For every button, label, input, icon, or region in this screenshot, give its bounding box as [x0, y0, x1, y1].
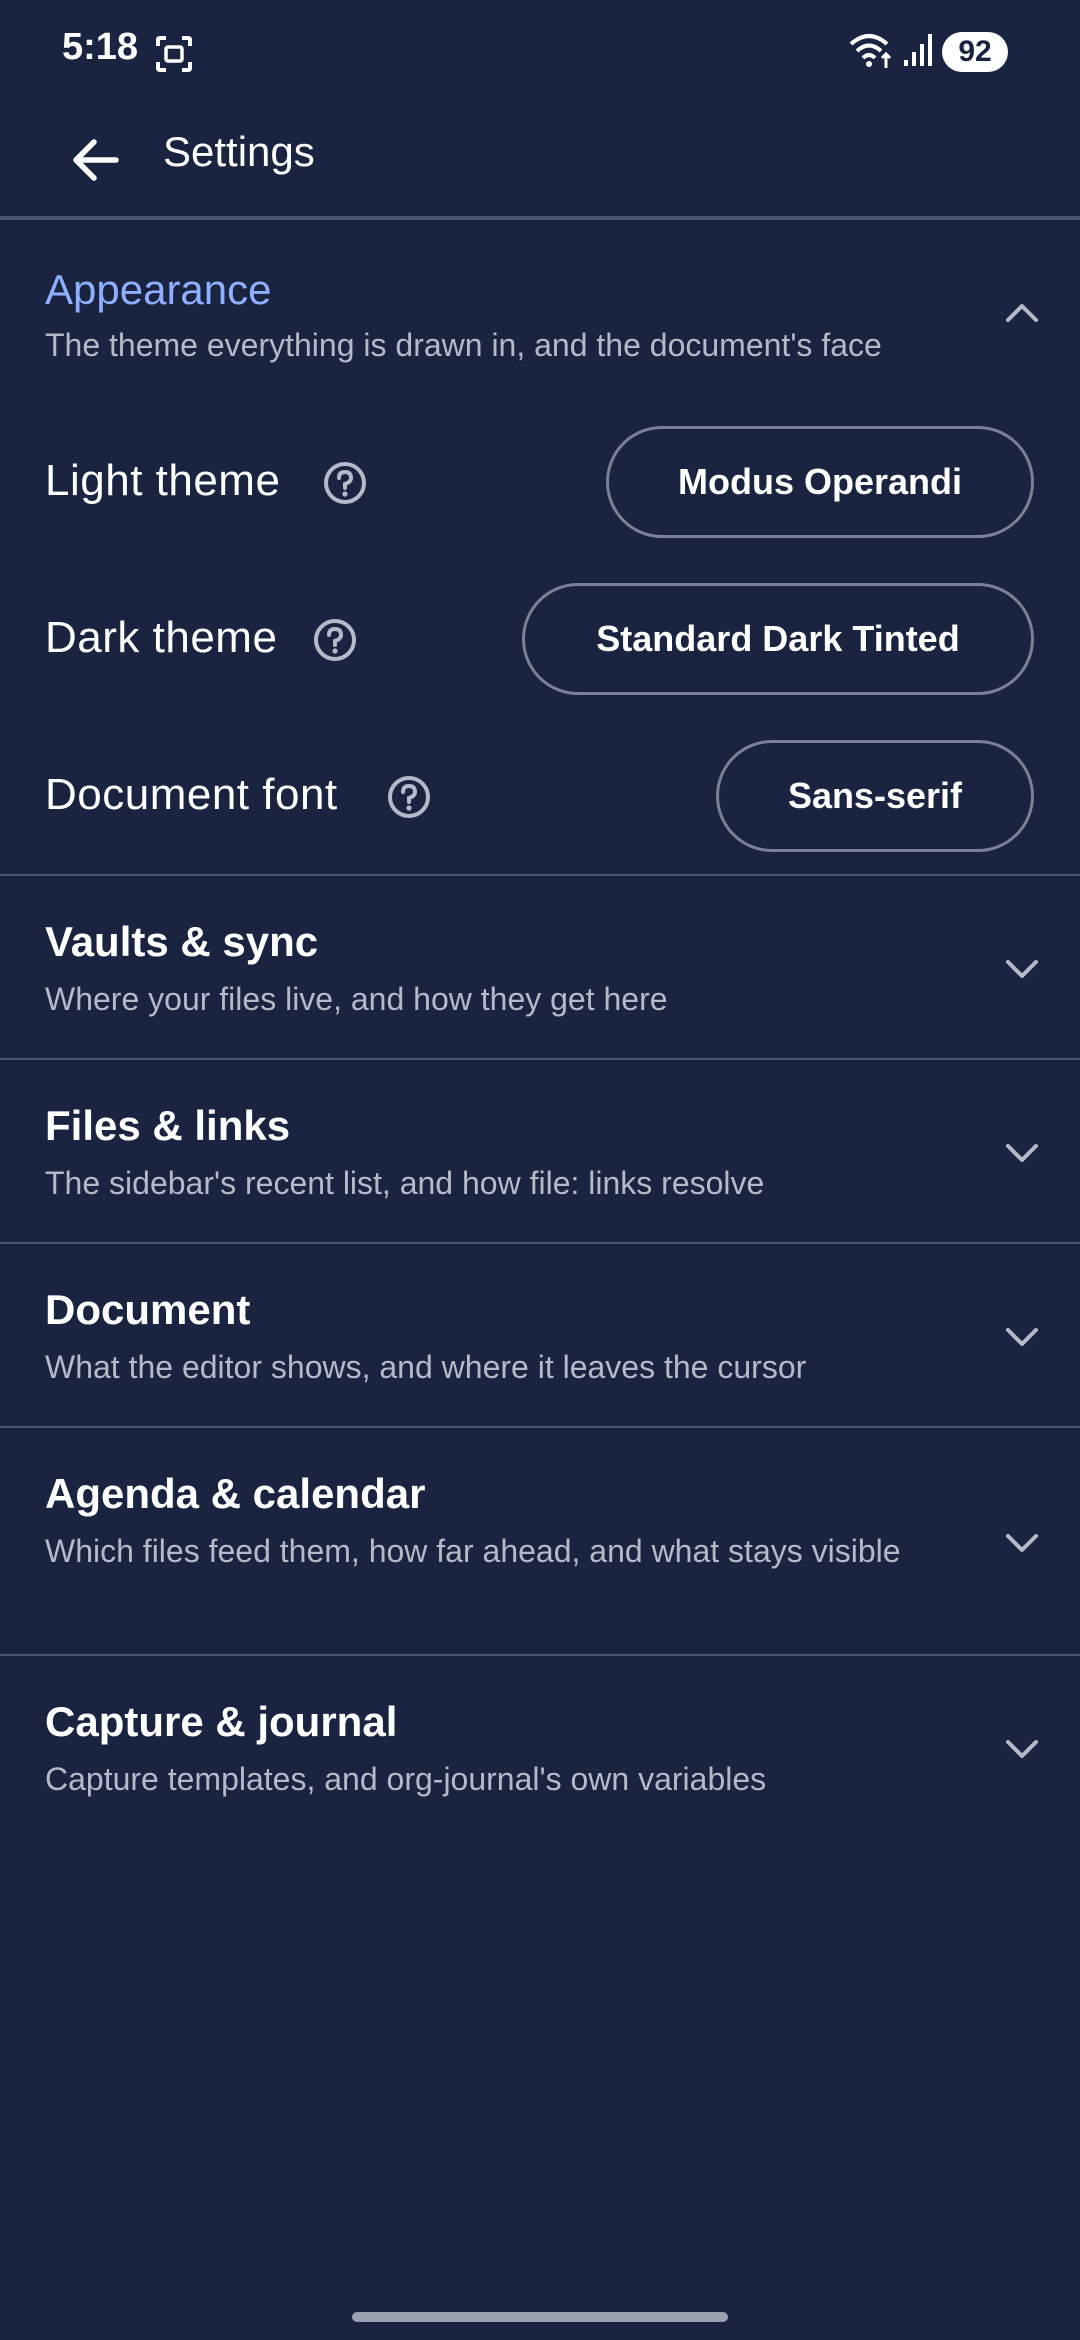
document-font-button[interactable]: Sans-serif [716, 740, 1034, 852]
section-capture-journal[interactable]: Capture & journal Capture templates, and… [0, 1656, 1080, 1840]
screenshot-icon [156, 36, 192, 72]
section-title: Files & links [45, 1102, 291, 1149]
section-subtitle: Which files feed them, how far ahead, an… [45, 1533, 901, 1569]
arrow-left-icon [73, 139, 119, 181]
section-subtitle: The theme everything is drawn in, and th… [45, 327, 882, 363]
setting-row-document-font: Document font Sans-serif [0, 740, 1080, 852]
signal-icon [904, 34, 932, 66]
light-theme-button[interactable]: Modus Operandi [606, 426, 1034, 538]
page-title: Settings [163, 128, 315, 175]
section-title: Capture & journal [45, 1698, 398, 1745]
section-subtitle: Capture templates, and org-journal's own… [45, 1761, 767, 1797]
section-title: Vaults & sync [45, 918, 319, 965]
setting-row-light-theme: Light theme Modus Operandi [0, 426, 1080, 538]
chevron-down-icon [1006, 1534, 1038, 1552]
section-header-appearance[interactable]: Appearance The theme everything is drawn… [0, 220, 1080, 380]
section-appearance: Appearance The theme everything is drawn… [0, 220, 1080, 876]
dark-theme-button[interactable]: Standard Dark Tinted [522, 583, 1034, 695]
setting-label: Dark theme [45, 613, 278, 662]
help-icon[interactable] [322, 460, 368, 506]
help-icon[interactable] [386, 774, 432, 820]
setting-row-dark-theme: Dark theme Standard Dark Tinted [0, 583, 1080, 695]
setting-label: Document font [45, 770, 338, 819]
section-files-links[interactable]: Files & links The sidebar's recent list,… [0, 1060, 1080, 1244]
chevron-down-icon [1006, 960, 1038, 978]
chevron-down-icon [1006, 1144, 1038, 1162]
section-subtitle: What the editor shows, and where it leav… [45, 1349, 807, 1385]
battery-badge: 92 [942, 32, 1008, 72]
home-indicator[interactable] [352, 2312, 728, 2322]
chevron-down-icon [1006, 1328, 1038, 1346]
back-button[interactable] [56, 120, 136, 200]
section-subtitle: The sidebar's recent list, and how file:… [45, 1165, 765, 1201]
section-vaults-sync[interactable]: Vaults & sync Where your files live, and… [0, 876, 1080, 1060]
wifi-icon [849, 34, 892, 68]
section-title: Appearance [45, 266, 272, 313]
section-agenda-calendar[interactable]: Agenda & calendar Which files feed them,… [0, 1428, 1080, 1656]
status-bar: 5:18 92 [0, 0, 1080, 104]
app-bar: Settings [0, 104, 1080, 216]
chevron-up-icon [1006, 304, 1038, 322]
section-title: Document [45, 1286, 251, 1333]
chevron-down-icon [1006, 1740, 1038, 1758]
status-time: 5:18 [62, 26, 139, 68]
setting-label: Light theme [45, 456, 281, 505]
section-title: Agenda & calendar [45, 1470, 426, 1517]
section-subtitle: Where your files live, and how they get … [45, 981, 668, 1017]
section-document[interactable]: Document What the editor shows, and wher… [0, 1244, 1080, 1428]
help-icon[interactable] [312, 617, 358, 663]
